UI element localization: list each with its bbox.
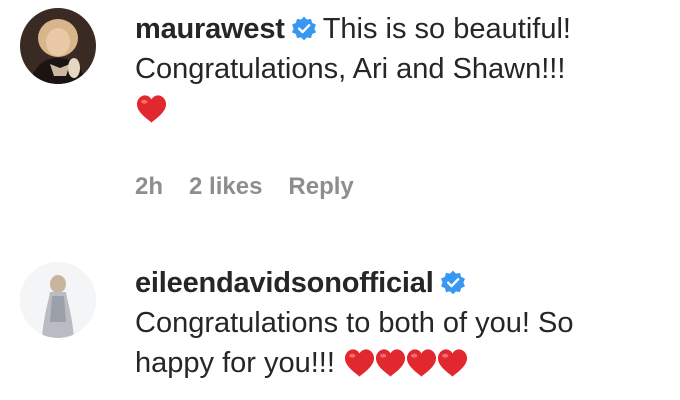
comment-text: Congratulations, Ari and Shawn!!!	[135, 53, 566, 85]
red-heart-icon	[436, 348, 469, 378]
red-heart-icon	[135, 94, 168, 124]
comment-time: 2h	[135, 173, 164, 200]
avatar[interactable]	[20, 262, 96, 338]
comment-text: happy for you!!!	[135, 347, 335, 379]
comment-meta: 2h 2 likes Reply	[135, 173, 380, 201]
verified-badge-icon	[440, 270, 466, 296]
reply-button[interactable]: Reply	[288, 173, 353, 200]
verified-badge-icon	[291, 16, 317, 42]
red-heart-icon	[374, 348, 407, 378]
comment-username[interactable]: eileendavidsonofficial	[135, 267, 434, 299]
comment-body: eileendavidsonofficial Congratulations t…	[135, 263, 660, 383]
comment-body: maurawest This is so beautiful! Congratu…	[135, 9, 660, 129]
likes-count[interactable]: 2 likes	[189, 173, 262, 200]
comment-text: This is so beautiful!	[322, 13, 571, 45]
red-heart-icon	[405, 348, 438, 378]
comment-text: Congratulations to both of you! So	[135, 307, 574, 339]
red-heart-icon	[343, 348, 376, 378]
comment-username[interactable]: maurawest	[135, 13, 285, 45]
avatar[interactable]	[20, 8, 96, 84]
